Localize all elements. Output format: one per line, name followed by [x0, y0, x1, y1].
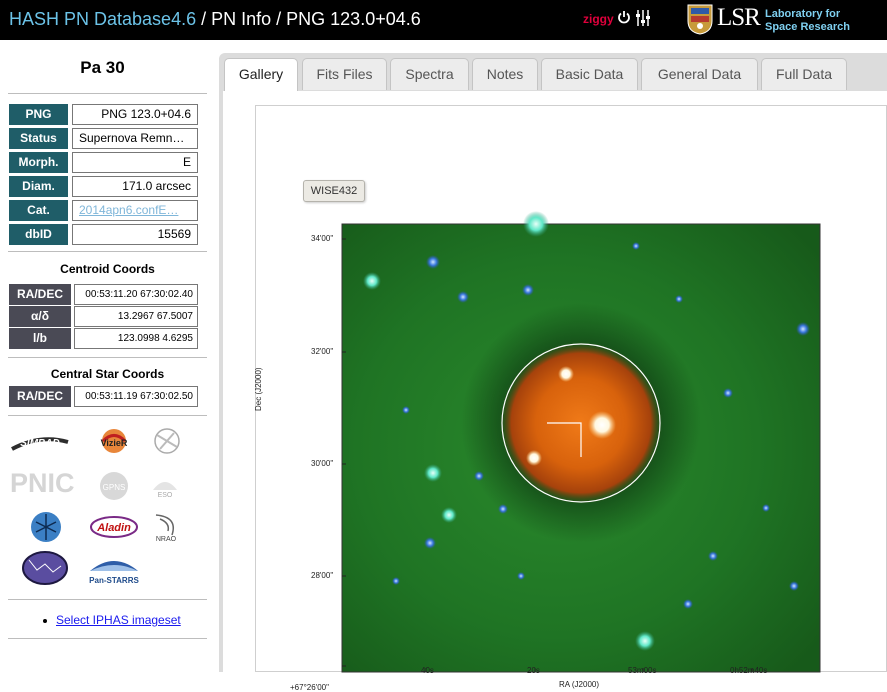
vizier-logo[interactable]: VizieR — [95, 426, 133, 458]
observatory-logo[interactable] — [150, 425, 184, 457]
svg-text:GPNS: GPNS — [103, 483, 126, 492]
iphas-link[interactable]: Select IPHAS imageset — [56, 613, 181, 627]
main-panel: Gallery Fits Files Spectra Notes Basic D… — [219, 53, 887, 692]
svg-text:NRAO: NRAO — [156, 536, 177, 543]
png-value: PNG 123.0+04.6 — [72, 104, 198, 125]
sidebar: Pa 30 PNG PNG 123.0+04.6 Status Supernov… — [0, 40, 215, 672]
divider — [8, 415, 207, 416]
divider — [8, 251, 207, 252]
dec-tick-label: +67°26'00" — [290, 683, 329, 692]
tab-general-data[interactable]: General Data — [641, 58, 758, 90]
simbad-logo[interactable]: SIMBAD — [10, 432, 70, 454]
wise-badge[interactable]: WISE432 — [303, 180, 365, 202]
telescope-logo[interactable] — [28, 510, 64, 544]
tab-fits-files[interactable]: Fits Files — [302, 58, 387, 90]
gpns-logo[interactable]: GPNS — [97, 470, 131, 502]
ra-tick-label: 53m00s — [628, 666, 657, 675]
central-star-title: Central Star Coords — [50, 367, 165, 381]
gallery-content: WISE432 34'00" 32'00" 30'00" 28'00" +67°… — [223, 91, 887, 692]
tab-full-data[interactable]: Full Data — [761, 58, 847, 90]
object-name: Pa 30 — [80, 58, 125, 77]
image-frame: WISE432 34'00" 32'00" 30'00" 28'00" +67°… — [254, 105, 887, 692]
breadcrumb-db[interactable]: HASH PN Database4.6 — [9, 9, 196, 29]
panstarrs-logo[interactable]: Pan-STARRS — [88, 553, 140, 587]
divider — [8, 357, 207, 358]
lab-name: Laboratory for Space Research — [765, 8, 850, 33]
breadcrumb: HASH PN Database4.6 / PN Info / PNG 123.… — [9, 9, 421, 29]
morph-value: E — [72, 152, 198, 173]
dec-tick-label: 32'00" — [311, 347, 334, 356]
centroid-title: Centroid Coords — [60, 262, 155, 276]
top-bar: HASH PN Database4.6 / PN Info / PNG 123.… — [0, 0, 887, 40]
aladin-logo[interactable]: Aladin — [89, 513, 139, 541]
university-crest-icon — [687, 4, 713, 35]
tab-basic-data[interactable]: Basic Data — [541, 58, 638, 90]
pnic-logo[interactable]: PNIC — [10, 468, 75, 499]
x-axis-label: RA (J2000) — [559, 680, 600, 689]
eso-logo[interactable]: ESO — [150, 472, 180, 500]
svg-text:VizieR: VizieR — [101, 438, 128, 448]
sliders-icon[interactable] — [635, 9, 651, 27]
svg-text:Aladin: Aladin — [96, 522, 131, 534]
breadcrumb-object: PNG 123.0+04.6 — [286, 9, 421, 29]
tab-spectra[interactable]: Spectra — [390, 58, 469, 90]
svg-text:SIMBAD: SIMBAD — [20, 438, 59, 449]
iphas-link-item: Select IPHAS imageset — [43, 613, 181, 627]
lsr-logo[interactable]: LSR — [717, 4, 761, 32]
divider — [8, 93, 207, 94]
dbid-value: 15569 — [72, 224, 198, 245]
diam-value: 171.0 arcsec — [72, 176, 198, 197]
ra-tick-label: 20s — [527, 666, 540, 675]
ra-tick-label: 0h52m40s — [730, 666, 768, 675]
svg-text:ESO: ESO — [158, 492, 173, 499]
tab-notes[interactable]: Notes — [472, 58, 538, 90]
divider — [8, 638, 207, 639]
dec-tick-label: 30'00" — [311, 459, 334, 468]
svg-text:Pan-STARRS: Pan-STARRS — [89, 576, 139, 585]
catalog-link[interactable]: 2014apn6.confE… — [72, 200, 198, 221]
divider — [8, 599, 207, 600]
dec-tick-label: 28'00" — [311, 571, 334, 580]
nrao-logo[interactable]: NRAO — [150, 509, 182, 543]
ra-tick-label: 40s — [421, 666, 434, 675]
status-value: Supernova Remn… — [72, 128, 198, 149]
dec-tick-label: 34'00" — [311, 234, 334, 243]
constellation-logo[interactable] — [21, 550, 69, 586]
user-name[interactable]: ziggy — [583, 12, 614, 26]
power-icon[interactable] — [617, 10, 631, 24]
y-axis-label: Dec (J2000) — [254, 367, 263, 411]
breadcrumb-pn-info[interactable]: PN Info — [211, 9, 271, 29]
tab-gallery[interactable]: Gallery — [224, 58, 298, 92]
